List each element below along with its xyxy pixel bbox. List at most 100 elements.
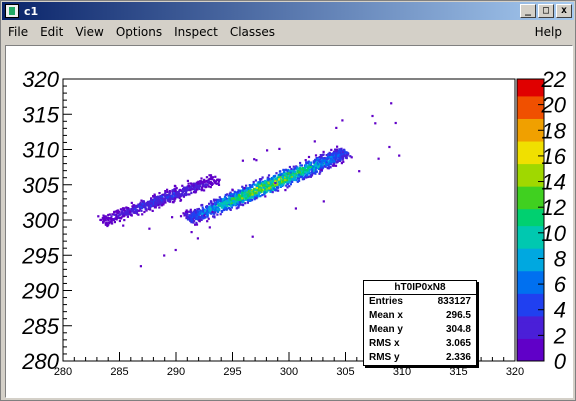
heatmap-cell: [115, 216, 118, 219]
heatmap-cell: [188, 187, 191, 190]
heatmap-cell: [310, 171, 313, 174]
heatmap-cell: [327, 165, 330, 168]
heatmap-cell: [202, 217, 205, 220]
z-tick-label: 6: [554, 272, 567, 297]
close-button[interactable]: x: [556, 4, 572, 18]
heatmap-cell: [245, 197, 248, 200]
heatmap-cell: [195, 223, 199, 226]
heatmap-cell: [215, 203, 218, 206]
palette-band: [517, 95, 544, 103]
x-tick-label: 310: [393, 366, 411, 378]
heatmap-cell: [274, 181, 277, 185]
heatmap-cell: [203, 184, 206, 187]
window-title: c1: [24, 4, 39, 18]
heatmap-cell: [261, 182, 265, 185]
heatmap-cell: [236, 192, 239, 196]
heatmap-cell: [214, 180, 217, 183]
heatmap-cell: [166, 191, 169, 194]
heatmap-cell: [243, 186, 246, 190]
heatmap-cell: [341, 119, 344, 122]
heatmap-cell: [294, 174, 297, 177]
heatmap-cell: [110, 217, 113, 220]
heatmap-cell: [306, 169, 309, 172]
heatmap-cell: [281, 180, 285, 183]
palette-band: [517, 225, 544, 232]
menu-edit[interactable]: Edit: [34, 25, 69, 39]
heatmap-cell: [185, 213, 188, 217]
heatmap-cell: [212, 215, 215, 218]
heatmap-cell: [154, 203, 157, 206]
heatmap-cell: [161, 195, 164, 198]
heatmap-cell: [158, 196, 161, 199]
palette-band: [517, 141, 544, 148]
heatmap-cell: [184, 193, 187, 196]
heatmap-cell: [185, 191, 188, 194]
heatmap-cell: [258, 181, 261, 184]
heatmap-cell: [277, 180, 280, 183]
y-tick-label: 280: [21, 349, 59, 374]
heatmap-cell: [174, 248, 177, 252]
heatmap-cell: [331, 153, 334, 157]
x-tick-label: 290: [167, 366, 185, 378]
z-tick-label: 14: [542, 170, 566, 195]
heatmap-cell: [118, 213, 121, 216]
heatmap-cell: [221, 202, 224, 205]
plot-canvas[interactable]: 280 285 290 295 300 305 310 315 320 280 285 290 295…: [5, 45, 573, 398]
heatmap-cell: [328, 156, 331, 159]
maximize-button[interactable]: □: [538, 4, 554, 18]
heatmap-cell: [342, 160, 345, 163]
heatmap-cell: [388, 145, 391, 149]
heatmap-cell: [293, 170, 296, 174]
heatmap-cell: [330, 158, 333, 161]
stats-box[interactable]: hT0IP0xN8 Entries 833127 Mean x 296.5 Me…: [363, 280, 477, 366]
heatmap-cell: [174, 188, 177, 191]
heatmap-cell: [206, 215, 209, 218]
heatmap-cell: [299, 161, 302, 165]
heatmap-cell: [267, 181, 270, 184]
heatmap-cell: [191, 212, 194, 215]
heatmap-cell: [121, 207, 125, 210]
heatmap-cell: [172, 192, 175, 195]
heatmap-cell: [192, 184, 195, 187]
heatmap-cell: [298, 170, 301, 173]
palette-band: [517, 107, 544, 114]
heatmap-cell: [277, 189, 280, 192]
palette-band: [517, 338, 544, 345]
menu-help[interactable]: Help: [529, 25, 568, 39]
minimize-button[interactable]: _: [520, 4, 536, 18]
heatmap-cell: [200, 180, 203, 183]
heatmap-cell: [203, 180, 206, 183]
heatmap-cell: [123, 219, 126, 222]
menu-options[interactable]: Options: [110, 25, 168, 39]
heatmap-cell: [190, 218, 193, 221]
heatmap-cell: [394, 121, 397, 125]
heatmap-cell: [257, 191, 260, 194]
heatmap-cell: [162, 201, 165, 204]
heatmap-cell: [290, 167, 293, 171]
heatmap-cell: [314, 172, 317, 175]
heatmap-cell: [247, 194, 250, 197]
heatmap-cell: [237, 194, 241, 197]
menu-classes[interactable]: Classes: [224, 25, 281, 39]
heatmap-cell: [142, 200, 145, 203]
x-tick-label: 300: [280, 366, 298, 378]
heatmap-cell: [293, 176, 296, 179]
heatmap-cell: [179, 189, 182, 192]
heatmap-cell: [358, 170, 361, 173]
heatmap-cell: [238, 201, 241, 204]
heatmap-cell: [255, 195, 259, 198]
heatmap-cell: [253, 158, 256, 161]
heatmap-cell: [286, 176, 289, 179]
heatmap-cell: [244, 192, 247, 195]
heatmap-cell: [200, 177, 203, 180]
palette-band: [517, 236, 544, 244]
heatmap-cell: [231, 188, 234, 191]
menu-view[interactable]: View: [69, 25, 109, 39]
heatmap-cell: [175, 192, 178, 195]
menu-file[interactable]: File: [2, 25, 34, 39]
menu-inspect[interactable]: Inspect: [168, 25, 224, 39]
heatmap-cell: [179, 198, 183, 201]
heatmap-cell: [121, 209, 124, 212]
heatmap-cell: [171, 195, 174, 198]
heatmap-cell: [254, 179, 257, 182]
